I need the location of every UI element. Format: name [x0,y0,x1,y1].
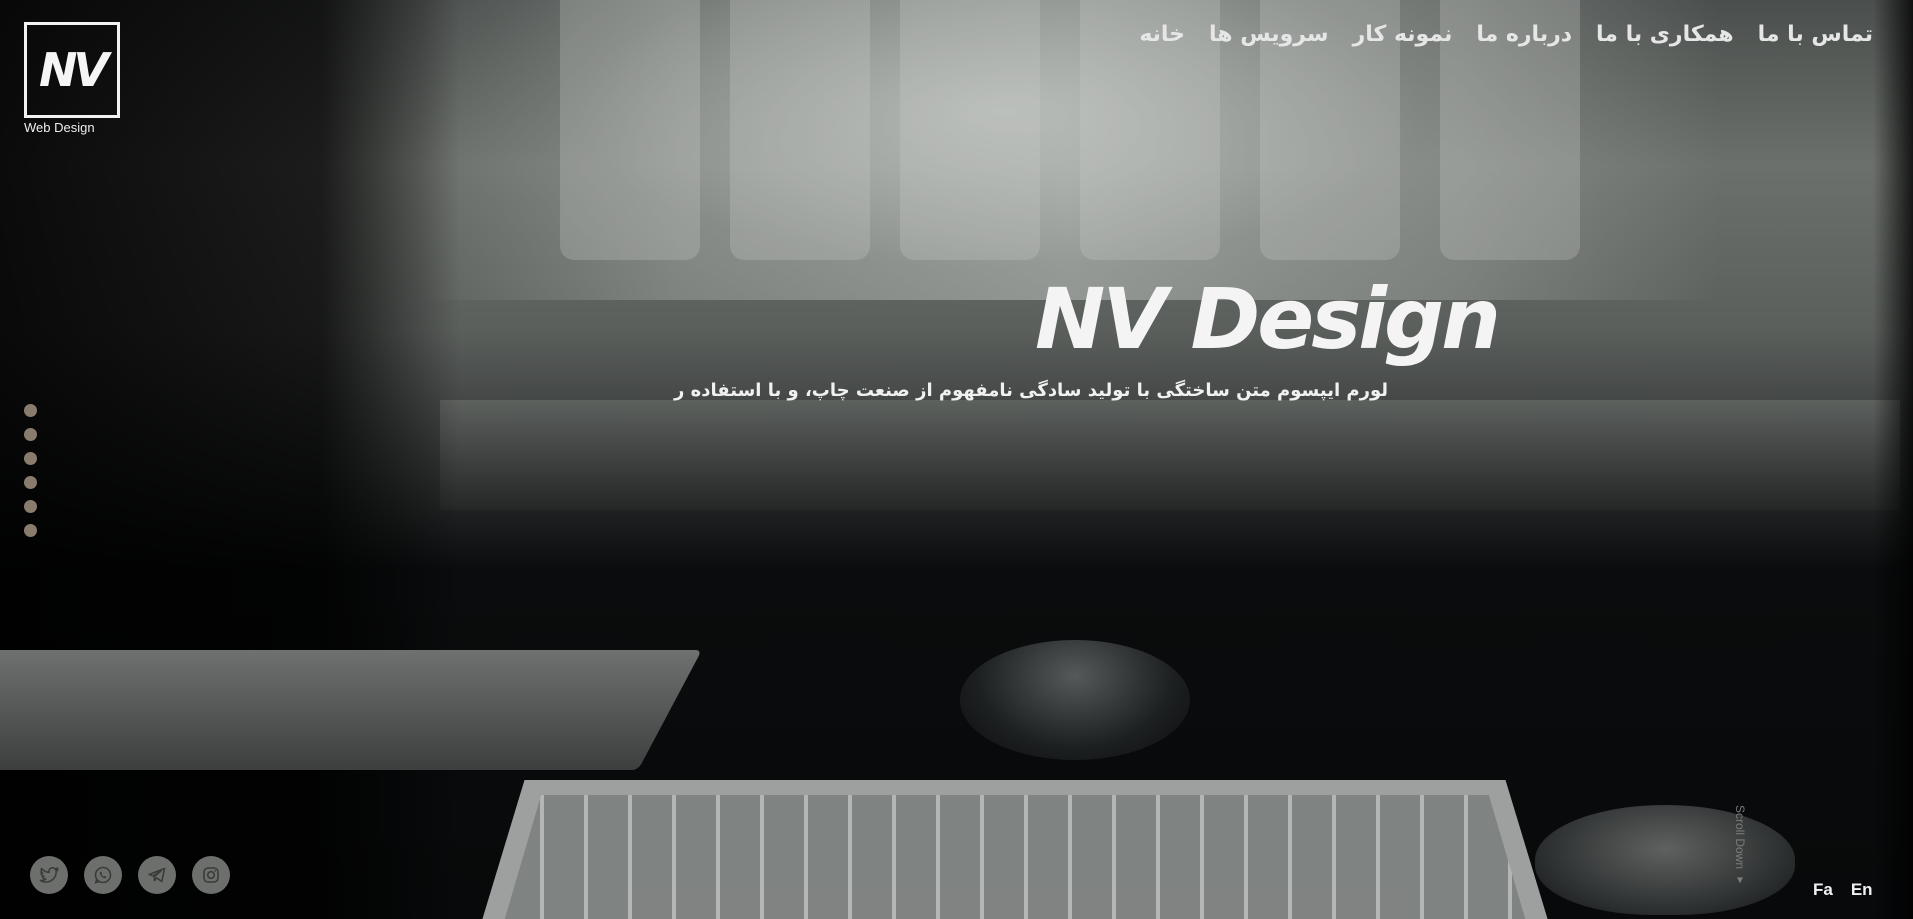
lang-en[interactable]: En [1851,880,1873,900]
twitter-icon [39,866,59,883]
main-nav: خانه سرویس ها نمونه کار درباره ما همکاری… [1139,22,1873,47]
pagination-dot[interactable] [24,500,37,513]
background-shadow [0,0,460,919]
twitter-link[interactable] [30,856,68,894]
nav-item-about[interactable]: درباره ما [1476,22,1572,47]
background-pane [560,0,700,260]
logo-subtitle: Web Design [24,120,95,135]
whatsapp-icon [94,866,112,884]
background-keyboard-keys [500,795,1530,919]
nav-item-contact[interactable]: تماس با ما [1758,22,1873,47]
pagination-dot[interactable] [24,428,37,441]
background-cup [960,640,1190,760]
hero-title: NV Design [1035,270,1501,368]
nav-item-services[interactable]: سرویس ها [1209,22,1329,47]
logo-mark: NV [38,43,109,97]
background-shelf [440,400,1900,510]
section-pagination [24,404,37,537]
instagram-link[interactable] [192,856,230,894]
language-switcher: Fa En [1813,880,1873,900]
background-laptop [0,650,702,770]
whatsapp-link[interactable] [84,856,122,894]
pagination-dot[interactable] [24,524,37,537]
telegram-icon [148,867,166,883]
background-pane [900,0,1040,260]
background-edge-shadow [1873,0,1913,919]
pagination-dot[interactable] [24,452,37,465]
instagram-icon [203,867,219,883]
background-mouse [1535,805,1795,915]
nav-item-careers[interactable]: همکاری با ما [1596,22,1734,47]
hero-subtitle: لورم ایپسوم متن ساختگی با تولید سادگی نا… [674,380,1388,401]
telegram-link[interactable] [138,856,176,894]
nav-item-home[interactable]: خانه [1139,22,1185,47]
scroll-down-link[interactable]: Scroll Down ▾ [1733,805,1747,886]
nav-item-portfolio[interactable]: نمونه کار [1353,22,1453,47]
hero-section: NV Web Design خانه سرویس ها نمونه کار در… [0,0,1913,919]
pagination-dot[interactable] [24,404,37,417]
logo[interactable]: NV [24,22,120,118]
social-links [30,856,230,894]
background-pane [730,0,870,260]
pagination-dot[interactable] [24,476,37,489]
lang-fa[interactable]: Fa [1813,880,1833,900]
